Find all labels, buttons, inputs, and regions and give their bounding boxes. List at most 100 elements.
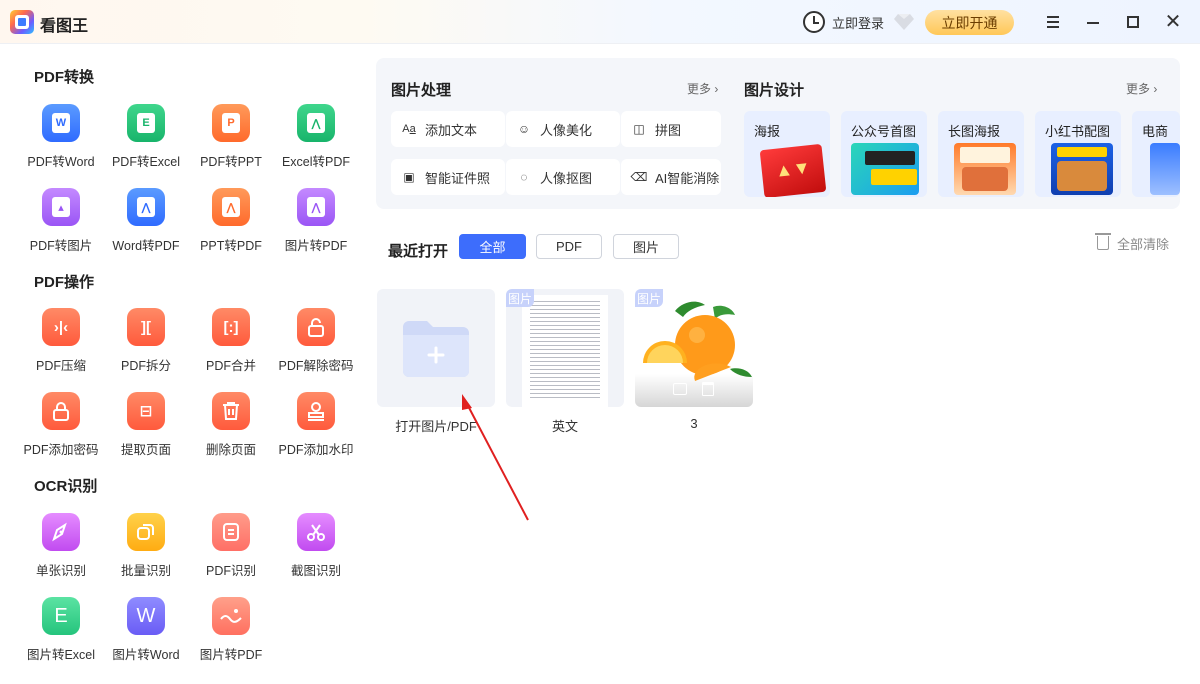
image-design-more-link[interactable]: 更多 › [1126, 80, 1157, 97]
pdf-scan-icon [212, 513, 250, 551]
design-card-poster[interactable]: 海报 ▲▼ [744, 111, 830, 197]
button-label: AI智能消除 [655, 170, 720, 186]
clear-all-label: 全部清除 [1117, 236, 1170, 252]
trash-icon [1095, 233, 1111, 250]
excel-doc-icon: E [127, 104, 165, 142]
pdf-doc-icon: ⋀ [297, 188, 335, 226]
tool-label: PDF转PPT [200, 155, 262, 169]
maximize-icon[interactable] [1123, 12, 1143, 32]
pdf-doc-icon: ⋀ [297, 104, 335, 142]
tool-excel-to-pdf[interactable]: ⋀ Excel转PDF [274, 104, 358, 174]
tool-pdf-add-password[interactable]: PDF添加密码 [19, 392, 103, 462]
tool-extract-pages[interactable]: ⊟ 提取页面 [104, 392, 188, 462]
tool-image-to-excel[interactable]: E 图片转Excel [19, 597, 103, 667]
section-title-pdf-ops: PDF操作 [34, 274, 95, 291]
batch-scan-icon [127, 513, 165, 551]
tool-pdf-to-image[interactable]: ▴ PDF转图片 [19, 188, 103, 258]
tool-pdf-to-excel[interactable]: E PDF转Excel [104, 104, 188, 174]
tool-label: PDF添加水印 [278, 443, 354, 457]
extract-icon: ⊟ [127, 392, 165, 430]
design-card-ecommerce[interactable]: 电商 [1132, 111, 1180, 197]
portrait-beauty-icon: ☺ [517, 122, 531, 136]
card-label: 公众号首图 [851, 124, 917, 139]
ai-erase-button[interactable]: ⌫ AI智能消除 [621, 159, 721, 195]
filter-image-tab[interactable]: 图片 [613, 234, 679, 259]
tool-image-to-word[interactable]: W 图片转Word [104, 597, 188, 667]
clear-all-button[interactable]: 全部清除 [1095, 233, 1170, 252]
design-card-wechat-cover[interactable]: 公众号首图 [841, 111, 927, 197]
tool-label: PDF转Excel [111, 155, 181, 169]
close-icon[interactable]: ✕ [1163, 12, 1183, 32]
delete-page-icon [212, 392, 250, 430]
tool-label: PDF压缩 [35, 359, 86, 373]
delete-file-icon[interactable] [702, 382, 714, 396]
tool-pdf-ocr[interactable]: PDF识别 [189, 513, 273, 583]
image-process-more-link[interactable]: 更多 › [687, 80, 718, 97]
card-label: 海报 [754, 124, 781, 139]
title-bar: 看图王 立即登录 立即开通 ✕ [0, 0, 1200, 44]
recent-file-photo[interactable]: 图片 [635, 289, 753, 407]
section-title-ocr: OCR识别 [34, 478, 98, 495]
card-label: 长图海报 [948, 124, 1001, 139]
tool-pdf-split[interactable]: ][ PDF拆分 [104, 308, 188, 378]
tool-label: PDF转图片 [29, 239, 93, 253]
button-label: 人像美化 [540, 122, 593, 138]
poster-thumbnail: ▲▼ [759, 143, 827, 197]
tool-pdf-unlock[interactable]: PDF解除密码 [274, 308, 358, 378]
pdf-doc-icon: ⋀ [127, 188, 165, 226]
tool-label: 图片转Word [112, 648, 180, 662]
diamond-icon[interactable] [894, 13, 914, 31]
tool-word-to-pdf[interactable]: ⋀ Word转PDF [104, 188, 188, 258]
minimize-icon[interactable] [1083, 12, 1103, 32]
image-view-icon[interactable] [673, 383, 687, 395]
menu-icon[interactable] [1043, 12, 1063, 32]
tool-image-to-pdf[interactable]: ⋀ 图片转PDF [274, 188, 358, 258]
long-poster-thumbnail [954, 143, 1016, 195]
image-process-title: 图片处理 [391, 82, 452, 99]
tool-pdf-to-ppt[interactable]: P PDF转PPT [189, 104, 273, 174]
portrait-beauty-button[interactable]: ☺ 人像美化 [506, 111, 620, 147]
filter-all-tab[interactable]: 全部 [459, 234, 526, 259]
tool-label: 图片转PDF [284, 239, 348, 253]
image-type-badge: 图片 [635, 289, 663, 307]
wechat-cover-thumbnail [851, 143, 919, 195]
tool-batch-ocr[interactable]: 批量识别 [104, 513, 188, 583]
tool-screenshot-ocr[interactable]: 截图识别 [274, 513, 358, 583]
single-scan-icon [42, 513, 80, 551]
id-photo-button[interactable]: ▣ 智能证件照 [391, 159, 505, 195]
stamp-icon [297, 392, 335, 430]
collage-icon: ◫ [633, 122, 645, 136]
tool-pdf-merge[interactable]: [:] PDF合并 [189, 308, 273, 378]
tool-pdf-add-watermark[interactable]: PDF添加水印 [274, 392, 358, 462]
portrait-cutout-button[interactable]: ◌ 人像抠图 [506, 159, 620, 195]
tool-label: PDF添加密码 [23, 443, 99, 457]
excel-letter-icon: E [42, 597, 80, 635]
login-button[interactable]: 立即登录 [803, 11, 884, 33]
filter-pdf-tab[interactable]: PDF [536, 234, 602, 259]
image-wave-icon [212, 597, 250, 635]
folder-add-icon [403, 321, 469, 377]
tool-label: 图片转Excel [26, 648, 96, 662]
tool-pdf-to-word[interactable]: W PDF转Word [19, 104, 103, 174]
ppt-doc-icon: P [212, 104, 250, 142]
design-card-xiaohongshu[interactable]: 小红书配图 [1035, 111, 1121, 197]
design-card-long-poster[interactable]: 长图海报 [938, 111, 1024, 197]
eraser-icon: ⌫ [630, 170, 648, 184]
collage-button[interactable]: ◫ 拼图 [621, 111, 721, 147]
pdf-doc-icon: ⋀ [212, 188, 250, 226]
tool-ppt-to-pdf[interactable]: ⋀ PPT转PDF [189, 188, 273, 258]
split-icon: ][ [127, 308, 165, 346]
tool-pdf-compress[interactable]: ›|‹ PDF压缩 [19, 308, 103, 378]
image-doc-icon: ▴ [42, 188, 80, 226]
app-logo-icon [10, 10, 34, 34]
tool-label: 单张识别 [35, 564, 86, 578]
vip-open-button[interactable]: 立即开通 [925, 10, 1014, 35]
add-text-button[interactable]: Aa 添加文本 [391, 111, 505, 147]
tool-label: PDF识别 [205, 564, 256, 578]
tool-image-to-pdf-ocr[interactable]: 图片转PDF [189, 597, 273, 667]
tool-delete-pages[interactable]: 删除页面 [189, 392, 273, 462]
login-label: 立即登录 [832, 15, 885, 31]
tool-single-ocr[interactable]: 单张识别 [19, 513, 103, 583]
card-label: 电商 [1142, 124, 1169, 139]
tool-label: PDF转Word [27, 155, 95, 169]
